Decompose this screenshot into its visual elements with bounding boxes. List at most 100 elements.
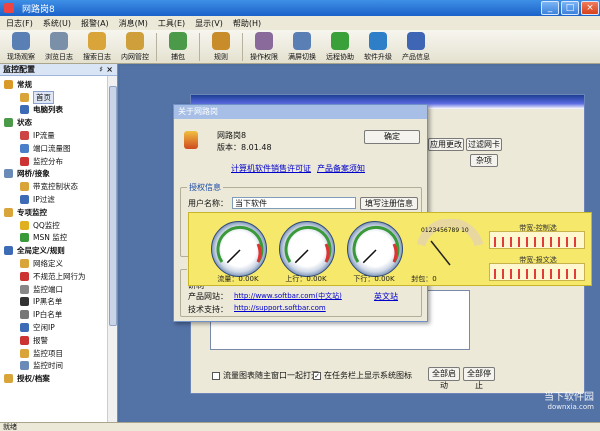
pin-icon[interactable]: ♯ bbox=[99, 64, 103, 76]
tree-item[interactable]: 报警 bbox=[0, 334, 117, 347]
tree-item[interactable]: IP过滤 bbox=[0, 193, 117, 206]
menu-view[interactable]: 显示(V) bbox=[195, 18, 223, 29]
tray-icon-checkbox[interactable]: ✓ 在任务栏上显示系统图标 bbox=[313, 370, 412, 381]
tree-label: 状态 bbox=[17, 118, 32, 128]
support-link[interactable]: http://support.softbar.com bbox=[234, 304, 326, 312]
tree-item[interactable]: 不规范上网行为 bbox=[0, 270, 117, 283]
tree-item[interactable]: IP黑名单 bbox=[0, 296, 117, 309]
tree-item[interactable]: MSN 监控 bbox=[0, 232, 117, 245]
menu-bar: 日志(F) 系统(U) 报警(A) 消息(M) 工具(E) 显示(V) 帮助(H… bbox=[0, 16, 600, 30]
tree-item[interactable]: 电脑列表 bbox=[0, 104, 117, 117]
tree-node-icon bbox=[4, 246, 13, 256]
tree-item[interactable]: IP流量 bbox=[0, 129, 117, 142]
toolbar-button-4[interactable]: 捕包 bbox=[159, 30, 197, 63]
traffic-gauge bbox=[211, 221, 267, 277]
toolbar-button-label: 远程协助 bbox=[326, 53, 354, 61]
bandwidth-control-slider[interactable]: 带宽-控制选 bbox=[489, 224, 585, 249]
tree-item[interactable]: 监控时间 bbox=[0, 360, 117, 373]
watermark-line1: 当下软件园 bbox=[544, 392, 594, 403]
menu-alarm[interactable]: 报警(A) bbox=[81, 18, 109, 29]
menu-log[interactable]: 日志(F) bbox=[6, 18, 33, 29]
toolbar-button-3[interactable]: 内网管控 bbox=[116, 30, 154, 63]
tree-item[interactable]: 网络定义 bbox=[0, 257, 117, 270]
tree-node-icon bbox=[20, 271, 29, 281]
apply-changes-button[interactable]: 应用更改 bbox=[428, 138, 464, 151]
tree-group[interactable]: 常规 bbox=[0, 78, 117, 91]
toolbar-button-7[interactable]: 满屏切换 bbox=[283, 30, 321, 63]
ok-button[interactable]: 确定 bbox=[364, 130, 420, 144]
tree-group[interactable]: 网桥/接象 bbox=[0, 168, 117, 181]
toolbar-button-9[interactable]: 软件升级 bbox=[359, 30, 397, 63]
tree-node-icon bbox=[4, 169, 13, 179]
panel-close-icon[interactable]: × bbox=[106, 64, 113, 76]
tree-item[interactable]: 带宽控制状态 bbox=[0, 180, 117, 193]
product-logo-icon bbox=[184, 131, 198, 149]
upgrade-icon bbox=[369, 32, 387, 50]
open-chart-checkbox[interactable]: 流量图表随主窗口一起打开 bbox=[212, 370, 319, 381]
site-link[interactable]: http://www.softbar.com(中文站) bbox=[234, 291, 342, 301]
tree-label: MSN 监控 bbox=[33, 233, 68, 243]
open-chart-label: 流量图表随主窗口一起打开 bbox=[223, 371, 319, 380]
tree-group[interactable]: 状态 bbox=[0, 116, 117, 129]
about-title: 关于网路岗 bbox=[174, 105, 427, 119]
auth-info-legend: 授权信息 bbox=[187, 182, 223, 193]
tree-label: 首页 bbox=[33, 90, 54, 104]
tree-node-icon bbox=[20, 335, 29, 345]
tree-label: 网桥/接象 bbox=[17, 169, 50, 179]
tree-item[interactable]: 端口流量图 bbox=[0, 142, 117, 155]
tree-group[interactable]: 全局定义/规则 bbox=[0, 244, 117, 257]
license-link[interactable]: 计算机软件销售许可证 bbox=[231, 163, 311, 174]
tree-item[interactable]: 监控端口 bbox=[0, 283, 117, 296]
close-button[interactable]: × bbox=[581, 1, 599, 15]
menu-system[interactable]: 系统(U) bbox=[43, 18, 71, 29]
tree-group[interactable]: 专项监控 bbox=[0, 206, 117, 219]
tree-item[interactable]: 空闲IP bbox=[0, 321, 117, 334]
minimize-button[interactable]: _ bbox=[541, 1, 559, 15]
misc-button[interactable]: 杂项 bbox=[470, 154, 498, 167]
toolbar-button-8[interactable]: 远程协助 bbox=[321, 30, 359, 63]
tree-group[interactable]: 授权/档案 bbox=[0, 372, 117, 385]
tree-item[interactable]: 监控分布 bbox=[0, 155, 117, 168]
menu-tools[interactable]: 工具(E) bbox=[158, 18, 185, 29]
checkbox-box[interactable] bbox=[212, 371, 220, 380]
site-en-link[interactable]: 英文站 bbox=[374, 291, 398, 302]
checkbox-box[interactable]: ✓ bbox=[313, 371, 321, 380]
tree-node-icon bbox=[20, 361, 29, 371]
record-link[interactable]: 产品备案须知 bbox=[317, 163, 365, 174]
gauge-dial bbox=[284, 225, 332, 264]
user-field[interactable]: 当下软件 bbox=[232, 197, 356, 209]
info-icon bbox=[407, 32, 425, 50]
config-tree: 常规 首页 电脑列表 状态 IP流量 端口流量图 监控分布 网桥/接象 带宽控制状态 IP过滤 专项… bbox=[0, 76, 117, 385]
scroll-thumb[interactable] bbox=[109, 86, 117, 326]
toolbar-button-2[interactable]: 搜索日志 bbox=[78, 30, 116, 63]
panel-scrollbar[interactable] bbox=[107, 76, 117, 422]
tree-label: 监控端口 bbox=[33, 284, 63, 294]
tree-label: 报警 bbox=[33, 335, 48, 345]
bandwidth-control-label: 带宽-控制选 bbox=[519, 224, 557, 232]
register-button[interactable]: 填写注册信息 bbox=[360, 197, 418, 210]
status-text: 就绪 bbox=[3, 423, 17, 431]
tree-item[interactable]: 首页 bbox=[0, 90, 117, 104]
support-label: 技术支持： bbox=[188, 305, 228, 314]
tree-item[interactable]: 监控项目 bbox=[0, 347, 117, 360]
bandwidth-report-slider[interactable]: 带宽-报文选 bbox=[489, 256, 585, 281]
packet-meter-scale: 0123456789 10 bbox=[421, 227, 469, 234]
toolbar-button-6[interactable]: 操作权限 bbox=[245, 30, 283, 63]
tree-item[interactable]: QQ监控 bbox=[0, 219, 117, 232]
start-all-button[interactable]: 全部启动 bbox=[428, 367, 460, 390]
toolbar-button-1[interactable]: 浏览日志 bbox=[40, 30, 78, 63]
tree-node-icon bbox=[4, 374, 13, 384]
menu-message[interactable]: 消息(M) bbox=[119, 18, 148, 29]
tree-label: 全局定义/规则 bbox=[17, 246, 65, 256]
status-bar: 就绪 bbox=[0, 422, 600, 431]
tree-item[interactable]: IP白名单 bbox=[0, 308, 117, 321]
menu-help[interactable]: 帮助(H) bbox=[233, 18, 261, 29]
toolbar-button-5[interactable]: 规则 bbox=[202, 30, 240, 63]
stop-all-button[interactable]: 全部停止 bbox=[463, 367, 495, 390]
filter-nic-button[interactable]: 过滤网卡 bbox=[466, 138, 502, 151]
toolbar-button-0[interactable]: 现场观察 bbox=[2, 30, 40, 63]
rules-icon bbox=[212, 32, 230, 50]
tree-node-icon bbox=[20, 259, 29, 269]
maximize-button[interactable]: □ bbox=[561, 1, 579, 15]
toolbar-button-10[interactable]: 产品信息 bbox=[397, 30, 435, 63]
